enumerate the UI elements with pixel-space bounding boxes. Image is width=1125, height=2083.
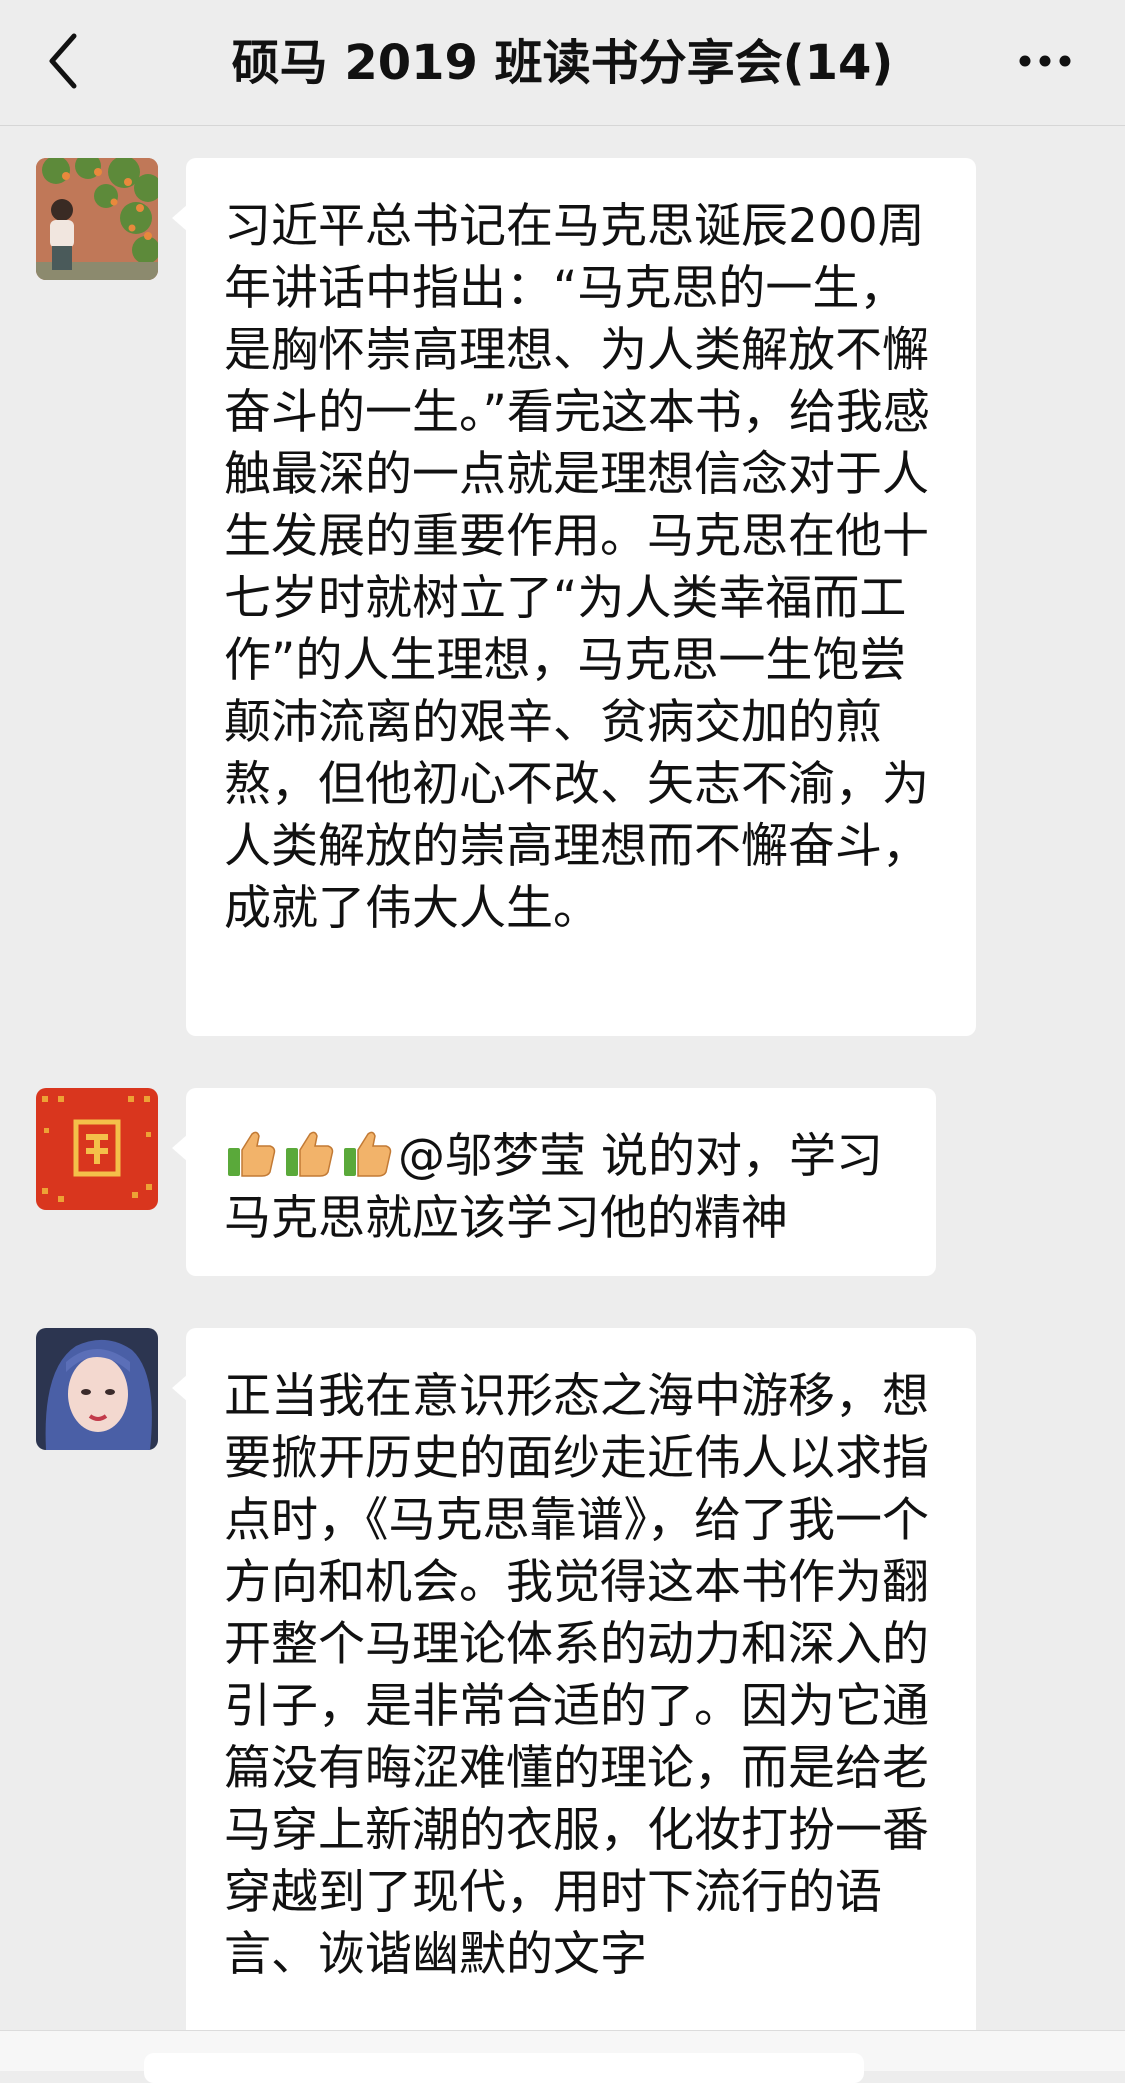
nav-bar: 硕马 2019 班读书分享会(14) xyxy=(0,0,1125,126)
chat-title: 硕马 2019 班读书分享会(14) xyxy=(231,35,894,91)
message-text: 正当我在意识形态之海中游移，想要掀开历史的面纱走近伟人以求指点时，《马克思靠谱》… xyxy=(224,1369,929,1982)
message-bubble[interactable]: 习近平总书记在马克思诞辰200周年讲话中指出：“马克思的一生，是胸怀崇高理想、为… xyxy=(172,158,976,1036)
avatar-girl-blue-hair-icon xyxy=(36,1328,158,1450)
thumbs-up-icon xyxy=(228,1131,276,1177)
thumbs-up-icon xyxy=(344,1131,392,1177)
message-bubble[interactable]: 正当我在意识形态之海中游移，想要掀开历史的面纱走近伟人以求指点时，《马克思靠谱》… xyxy=(172,1328,976,2030)
chat-area[interactable]: 习近平总书记在马克思诞辰200周年讲话中指出：“马克思的一生，是胸怀崇高理想、为… xyxy=(0,126,1125,2030)
back-button[interactable] xyxy=(40,26,100,96)
chevron-left-icon xyxy=(49,33,77,89)
more-dots-icon xyxy=(1019,55,1071,67)
avatar[interactable] xyxy=(36,1328,158,1450)
message-bubble[interactable]: @邬梦莹 说的对，学习马克思就应该学习他的精神 xyxy=(172,1088,936,1276)
thumbs-up-icon xyxy=(286,1131,334,1177)
avatar[interactable] xyxy=(36,1088,158,1210)
message-input[interactable] xyxy=(144,2053,864,2083)
avatar[interactable] xyxy=(36,158,158,280)
more-button[interactable] xyxy=(1005,36,1085,86)
avatar-red-pattern-icon xyxy=(36,1088,158,1210)
input-bar xyxy=(0,2030,1125,2083)
message-text: 习近平总书记在马克思诞辰200周年讲话中指出：“马克思的一生，是胸怀崇高理想、为… xyxy=(224,199,930,936)
avatar-girl-flower-wall-icon xyxy=(36,158,158,280)
